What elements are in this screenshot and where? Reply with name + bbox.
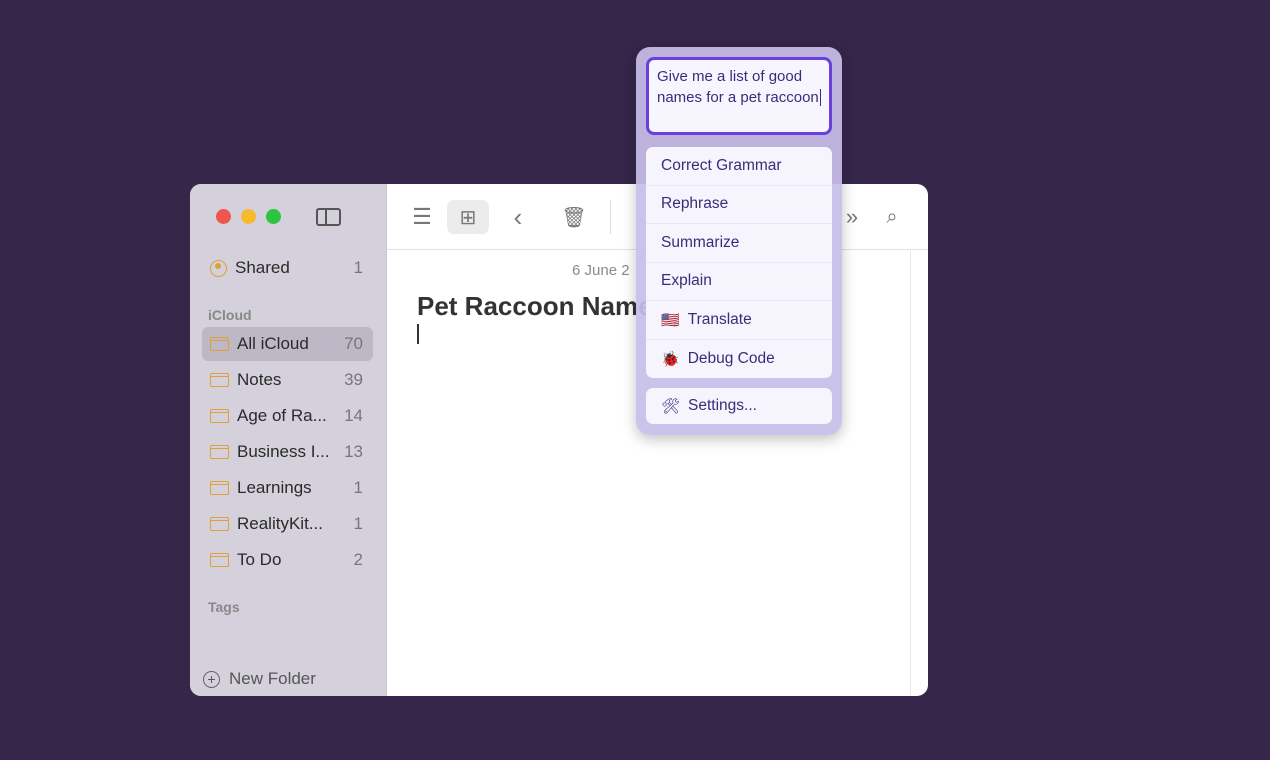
note-date: 6 June 2	[572, 262, 630, 279]
icloud-header: iCloud	[208, 307, 252, 323]
sidebar-toggle-icon[interactable]	[316, 208, 341, 226]
text-caret	[819, 89, 821, 106]
sidebar-folder-item[interactable]: Notes 39	[202, 363, 373, 397]
new-folder-button[interactable]: + New Folder	[203, 669, 316, 689]
sidebar: Shared 1 iCloud All iCloud 70 Notes 39 Age o…	[190, 184, 387, 696]
text-caret	[417, 324, 419, 344]
back-icon[interactable]: ‹	[503, 200, 533, 234]
action-menu: Correct Grammar Rephrase Summarize Explain 🇺…	[646, 147, 832, 378]
shared-person-icon	[210, 259, 227, 277]
sidebar-folder-item[interactable]: Age of Ra... 14	[202, 399, 373, 433]
plus-circle-icon: +	[203, 670, 220, 688]
minimize-button[interactable]	[241, 209, 256, 224]
folder-icon	[210, 445, 229, 459]
trash-icon[interactable]: 🗑	[559, 200, 589, 234]
settings-button[interactable]: 🛠 Settings...	[646, 388, 832, 424]
menu-item-translate[interactable]: 🇺🇸 Translate	[646, 301, 832, 340]
divider	[610, 200, 611, 234]
gallery-view-icon[interactable]: ⊞	[447, 200, 489, 234]
zoom-button[interactable]	[266, 209, 281, 224]
tools-icon: 🛠	[661, 398, 681, 415]
sidebar-folder-item[interactable]: All iCloud 70	[202, 327, 373, 361]
folder-icon	[210, 409, 229, 423]
bug-icon: 🐞	[661, 350, 680, 368]
sidebar-folder-item[interactable]: Business I... 13	[202, 435, 373, 469]
close-button[interactable]	[216, 209, 231, 224]
sidebar-folder-item[interactable]: To Do 2	[202, 543, 373, 577]
sidebar-folder-item[interactable]: Learnings 1	[202, 471, 373, 505]
menu-item-debug-code[interactable]: 🐞 Debug Code	[646, 340, 832, 379]
menu-item-summarize[interactable]: Summarize	[646, 224, 832, 263]
us-flag-icon: 🇺🇸	[661, 311, 680, 329]
scrollbar[interactable]	[910, 251, 911, 696]
folder-icon	[210, 481, 229, 495]
folder-icon	[210, 373, 229, 387]
note-title[interactable]: Pet Raccoon Name	[417, 291, 653, 322]
menu-item-correct-grammar[interactable]: Correct Grammar	[646, 147, 832, 186]
search-icon[interactable]: ⌕	[877, 200, 907, 234]
menu-item-rephrase[interactable]: Rephrase	[646, 186, 832, 224]
menu-item-explain[interactable]: Explain	[646, 263, 832, 301]
folder-icon	[210, 553, 229, 567]
ai-assistant-popup: Give me a list of good names for a pet r…	[636, 47, 842, 435]
sidebar-item-shared[interactable]: Shared 1	[202, 251, 373, 285]
folder-icon	[210, 337, 229, 351]
list-view-icon[interactable]: ☰	[407, 200, 437, 234]
tags-header: Tags	[208, 599, 240, 615]
folder-icon	[210, 517, 229, 531]
sidebar-folder-item[interactable]: RealityKit... 1	[202, 507, 373, 541]
prompt-input[interactable]: Give me a list of good names for a pet r…	[646, 57, 832, 135]
